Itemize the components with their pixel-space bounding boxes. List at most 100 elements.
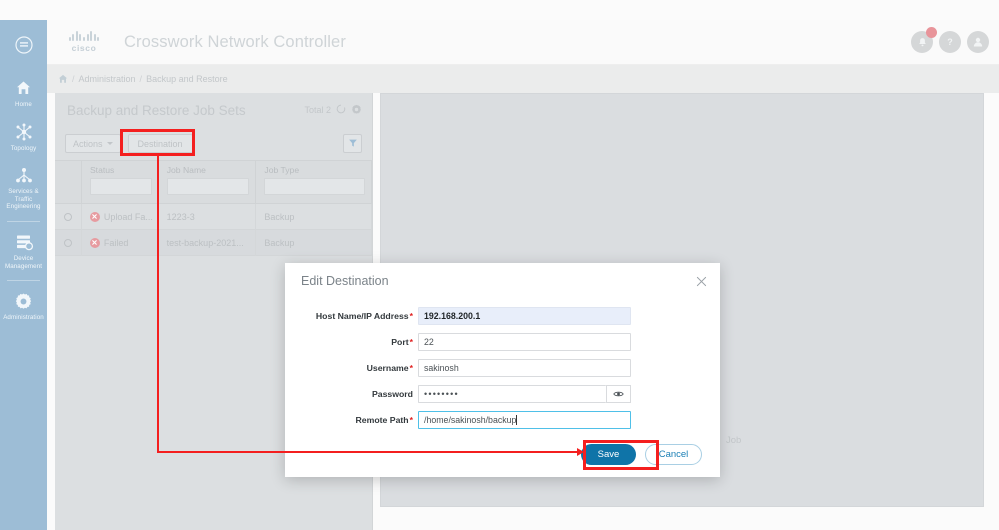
funnel-icon	[348, 135, 358, 153]
refresh-icon[interactable]	[336, 104, 346, 116]
field-password: Password ••••••••	[285, 381, 720, 407]
username-input[interactable]: sakinosh	[418, 359, 631, 377]
services-traffic-icon	[14, 165, 34, 185]
field-label: Host Name/IP Address*	[315, 311, 413, 321]
annotation-arrowhead	[577, 448, 584, 456]
device-management-icon	[14, 232, 34, 252]
port-input[interactable]: 22	[418, 333, 631, 351]
notifications-button[interactable]	[911, 27, 937, 53]
sidebar-rail: Home Topology Services & Traffic Enginee…	[0, 20, 47, 530]
row-status-label: Failed	[103, 237, 129, 248]
page-title: Crosswork Network Controller	[124, 32, 346, 51]
annotation-box-destination	[120, 129, 195, 156]
remote-path-input[interactable]: /home/sakinosh/backup	[418, 411, 631, 429]
column-header-label: Job Type	[264, 165, 300, 175]
row-job-type-cell: Backup	[256, 229, 372, 256]
column-filter-input-job-type[interactable]	[264, 178, 365, 195]
eye-icon[interactable]	[606, 385, 631, 403]
column-filter-input-job-name[interactable]	[166, 178, 250, 195]
error-icon	[89, 237, 100, 248]
field-label: Remote Path*	[355, 415, 414, 425]
field-host-name-ip-address: Host Name/IP Address* 192.168.200.1	[285, 303, 720, 329]
job-sets-table: Status Job Name Job Type Upload Fa... 12…	[55, 160, 372, 256]
row-status-cell: Failed	[82, 229, 159, 256]
column-header-label: Job Name	[166, 165, 206, 175]
field-remote-path: Remote Path* /home/sakinosh/backup	[285, 407, 720, 433]
password-masked-value: ••••••••	[424, 389, 459, 399]
total-count-label: Total 2	[304, 105, 331, 115]
row-status-cell: Upload Fa...	[82, 203, 159, 230]
sidebar-item-topology[interactable]: Topology	[0, 116, 47, 160]
table-row[interactable]: Upload Fa... 1223-3 Backup	[55, 203, 372, 230]
cisco-wordmark: cisco	[71, 42, 97, 53]
app-header: cisco Crosswork Network Controller ?	[47, 20, 999, 65]
row-select-cell[interactable]	[55, 203, 82, 230]
home-icon	[15, 78, 32, 98]
topology-icon	[14, 122, 34, 142]
row-select-cell[interactable]	[55, 229, 82, 256]
sidebar-item-device-management[interactable]: Device Management	[0, 226, 47, 277]
home-icon[interactable]	[58, 74, 68, 84]
actions-dropdown[interactable]: Actions	[65, 134, 121, 153]
sidebar-divider	[7, 280, 40, 282]
sidebar-item-label: Topology	[10, 144, 37, 152]
table-header-row: Status Job Name Job Type	[55, 160, 372, 204]
breadcrumb-item-backup-and-restore[interactable]: Backup and Restore	[146, 74, 228, 84]
sidebar-item-label: Services & Traffic Engineering	[6, 188, 41, 211]
cisco-logo: cisco	[60, 31, 108, 53]
gear-icon[interactable]	[351, 104, 362, 117]
dialog-title: Edit Destination	[301, 274, 389, 288]
field-label: Port*	[391, 337, 413, 347]
breadcrumb-item-administration[interactable]: Administration	[79, 74, 136, 84]
column-filter-input-status[interactable]	[89, 178, 152, 195]
chevron-down-icon	[106, 142, 113, 145]
svg-text:?: ?	[947, 37, 953, 47]
panel-header-tools: Total 2	[304, 104, 362, 117]
table-column-job-type: Job Type	[256, 161, 372, 203]
cisco-bars-icon	[68, 31, 100, 42]
close-icon[interactable]	[694, 274, 708, 288]
required-marker: *	[409, 363, 413, 373]
field-port: Port* 22	[285, 329, 720, 355]
required-marker: *	[409, 337, 413, 347]
row-status-label: Upload Fa...	[103, 211, 153, 222]
table-row[interactable]: Failed test-backup-2021... Backup	[55, 229, 372, 256]
menu-collapse-icon[interactable]	[13, 34, 35, 56]
user-avatar[interactable]	[967, 31, 989, 53]
panel-title: Backup and Restore Job Sets	[67, 102, 246, 118]
row-radio-button[interactable]	[64, 238, 72, 247]
notification-badge	[926, 27, 937, 38]
sidebar-item-label: Device Management	[4, 254, 43, 270]
field-username: Username* sakinosh	[285, 355, 720, 381]
remote-path-value: /home/sakinosh/backup	[424, 415, 517, 425]
password-input[interactable]: ••••••••	[418, 385, 606, 403]
table-toolbar: Actions Destination	[55, 127, 372, 160]
error-icon	[89, 211, 100, 222]
background-job-text: Job	[726, 435, 742, 446]
gear-icon	[14, 291, 33, 311]
annotation-box-save	[583, 440, 659, 470]
filter-button[interactable]	[343, 134, 362, 153]
actions-label: Actions	[73, 138, 103, 149]
field-label: Password	[371, 389, 413, 399]
column-header-label: Status	[89, 165, 115, 175]
sidebar-item-home[interactable]: Home	[0, 72, 47, 116]
row-radio-button[interactable]	[64, 212, 72, 221]
sidebar-item-administration[interactable]: Administration	[0, 285, 47, 329]
annotation-connector-horizontal	[157, 451, 578, 453]
sidebar-item-label: Administration	[3, 314, 44, 322]
app-root: Home Topology Services & Traffic Enginee…	[0, 0, 999, 530]
row-job-name-cell: 1223-3	[159, 203, 257, 230]
sidebar-item-services-traffic-engineering[interactable]: Services & Traffic Engineering	[0, 159, 47, 218]
help-button[interactable]: ?	[939, 31, 961, 53]
breadcrumb: / Administration / Backup and Restore	[47, 65, 999, 93]
breadcrumb-separator: /	[139, 74, 143, 84]
panel-header: Backup and Restore Job Sets Total 2	[55, 93, 372, 127]
host-name-ip-input[interactable]: 192.168.200.1	[418, 307, 631, 325]
table-column-select	[55, 161, 82, 203]
breadcrumb-separator: /	[72, 74, 75, 84]
field-label: Username*	[366, 363, 413, 373]
table-column-status: Status	[82, 161, 159, 203]
table-column-job-name: Job Name	[159, 161, 257, 203]
sidebar-item-label: Home	[15, 101, 32, 108]
